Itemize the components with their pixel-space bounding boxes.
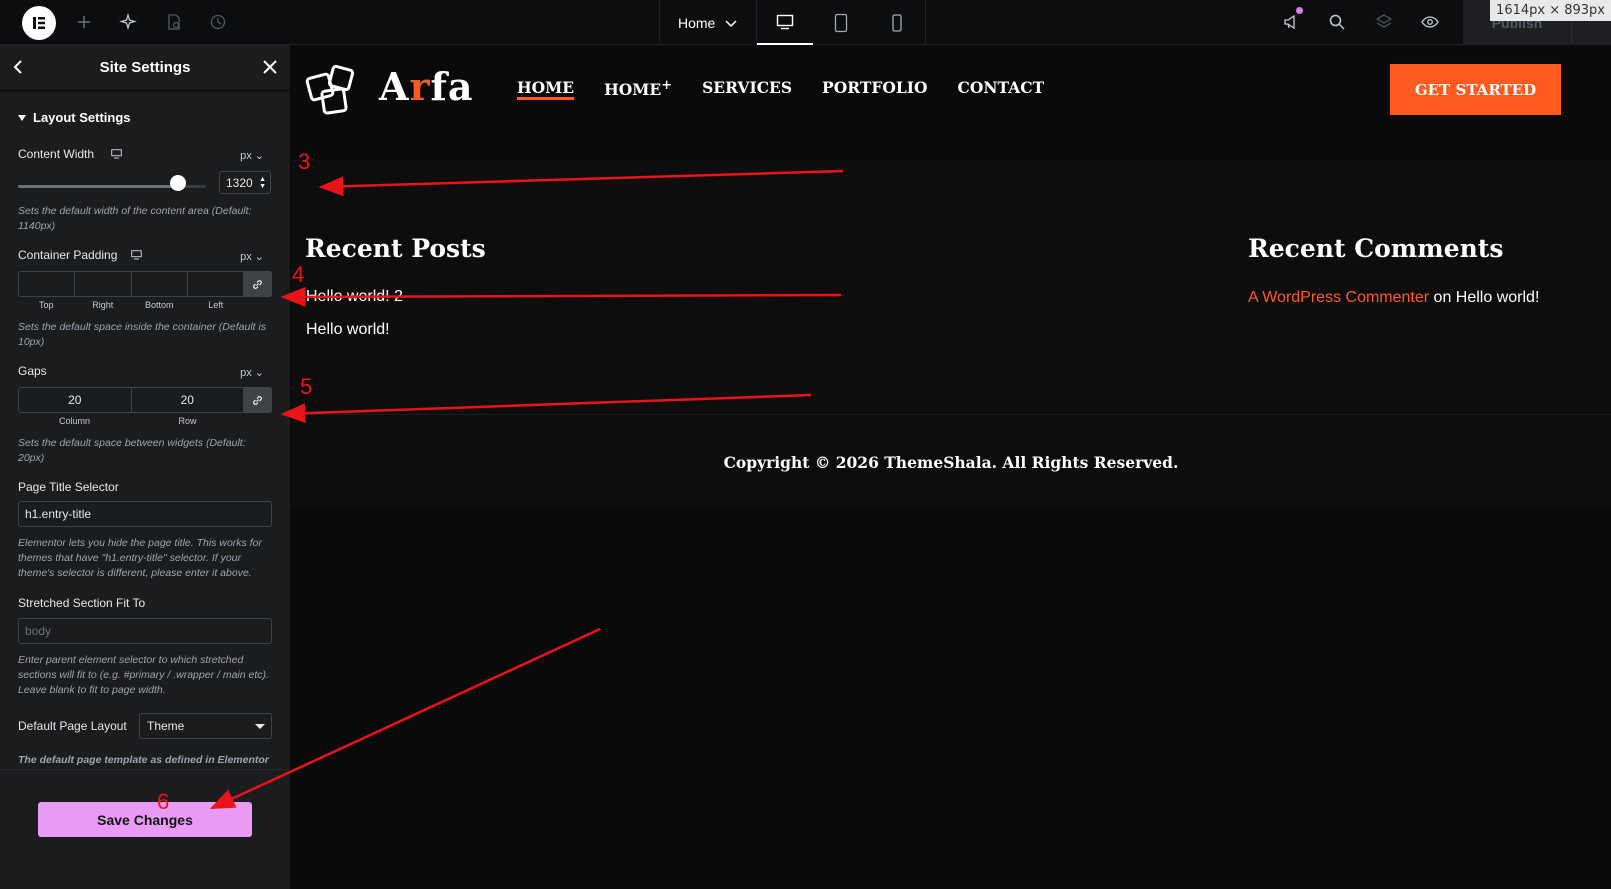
annotation-arrows bbox=[209, 169, 844, 810]
annotation-number: 5 bbox=[300, 374, 313, 399]
annotation-arrow bbox=[318, 169, 844, 197]
annotation-arrow bbox=[280, 286, 842, 307]
annotation-arrow bbox=[280, 393, 812, 424]
annotation-number: 6 bbox=[157, 789, 170, 814]
annotation-number: 4 bbox=[292, 262, 305, 287]
annotation-arrow bbox=[209, 627, 601, 810]
annotation-number: 3 bbox=[298, 149, 311, 174]
